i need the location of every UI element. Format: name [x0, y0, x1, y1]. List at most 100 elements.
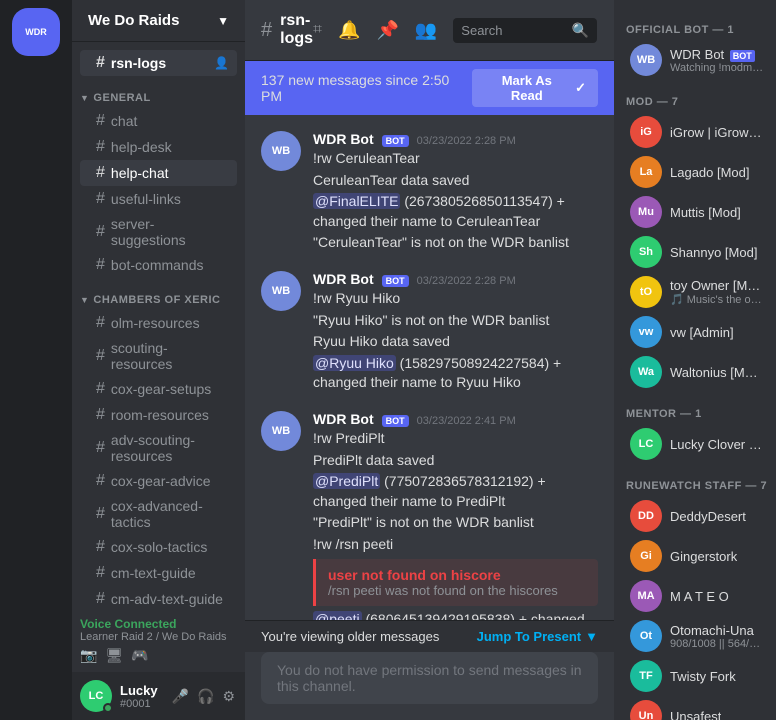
member-sidebar: OFFICIAL BOT — 1 WB WDR Bot BOT Watching…	[614, 0, 776, 720]
list-item[interactable]: WB WDR Bot BOT Watching !modmail for rep…	[618, 40, 772, 80]
hash-icon: #	[96, 223, 105, 241]
bot-badge: BOT	[382, 415, 409, 427]
sidebar-item-adv-scouting[interactable]: # adv-scouting-resources	[80, 428, 237, 468]
category-cox[interactable]: ▼ CHAMBERS OF XERIC	[72, 278, 245, 310]
bot-badge: BOT	[382, 135, 409, 147]
settings-button[interactable]: ⚙	[220, 686, 237, 707]
sidebar-item-help-chat[interactable]: # help-chat	[80, 160, 237, 186]
list-item[interactable]: Un Unsafest	[618, 696, 772, 720]
member-info: WDR Bot BOT Watching !modmail for repo	[670, 47, 764, 74]
sidebar-item-bot-commands[interactable]: # bot-commands	[80, 252, 237, 278]
message-group: WB WDR Bot BOT 03/23/2022 2:28 PM !rw Ry…	[261, 271, 598, 395]
mention[interactable]: @FinalELITE	[313, 193, 400, 209]
deafen-button[interactable]: 🎧	[195, 686, 216, 707]
message-content: WDR Bot BOT 03/23/2022 2:41 PM !rw Predi…	[313, 411, 598, 620]
list-item[interactable]: tO toy Owner [Mod] 🎵 Music's the odyssey	[618, 272, 772, 312]
category-general[interactable]: ▼ GENERAL	[72, 76, 245, 108]
search-box[interactable]: 🔍	[453, 18, 597, 43]
sidebar-item-chat[interactable]: # chat	[80, 108, 237, 134]
avatar: tO	[630, 276, 662, 308]
avatar[interactable]: WB	[261, 271, 301, 311]
mention[interactable]: @Ryuu Hiko	[313, 355, 396, 371]
channel-label: cox-advanced-tactics	[111, 498, 229, 530]
message-text: CeruleanTear data saved	[313, 171, 598, 191]
message-header: WDR Bot BOT 03/23/2022 2:41 PM	[313, 411, 598, 427]
list-item[interactable]: LC Lucky Clover [Mentor]	[618, 424, 772, 464]
older-messages-text: You're viewing older messages	[261, 629, 439, 644]
jump-to-present-button[interactable]: Jump To Present ▼	[477, 629, 598, 644]
member-status: 908/1008 || 564/600 || 41/	[670, 638, 764, 650]
channel-label: cox-gear-setups	[111, 381, 211, 397]
message-text: @FinalELITE (267380526850113547) + chang…	[313, 192, 598, 231]
channel-item-rsn-logs[interactable]: # rsn-logs 👤	[80, 50, 237, 76]
list-item[interactable]: iG iGrow | iGrow ii [Mod]	[618, 112, 772, 152]
message-text: !rw Ryuu Hiko	[313, 289, 598, 309]
list-item[interactable]: MA M A T E O	[618, 576, 772, 616]
sidebar-item-room-resources[interactable]: # room-resources	[80, 402, 237, 428]
avatar[interactable]: WB	[261, 131, 301, 171]
pin-icon[interactable]: 📌	[376, 20, 398, 41]
mute-button[interactable]: 🎤	[170, 686, 191, 707]
hash-icon: #	[96, 256, 105, 274]
members-icon[interactable]: 👥	[415, 20, 437, 41]
mention[interactable]: @PrediPlt	[313, 473, 380, 489]
member-status: Watching !modmail for repo	[670, 62, 764, 74]
sidebar-item-server-suggestions[interactable]: # server-suggestions	[80, 212, 237, 252]
sidebar-item-cm-text[interactable]: # cm-text-guide	[80, 560, 237, 586]
member-name: WDR Bot BOT	[670, 47, 764, 62]
member-name: DeddyDesert	[670, 509, 746, 524]
sidebar-item-help-desk[interactable]: # help-desk	[80, 134, 237, 160]
list-item[interactable]: Wa Waltonius [Mod/Ment]	[618, 352, 772, 392]
avatar: La	[630, 156, 662, 188]
channel-label: scouting-resources	[111, 340, 229, 372]
list-item[interactable]: Gi Gingerstork	[618, 536, 772, 576]
sidebar-item-cox-solo[interactable]: # cox-solo-tactics	[80, 534, 237, 560]
server-name: We Do Raids	[88, 12, 179, 29]
member-name: Shannyo [Mod]	[670, 245, 757, 260]
message-text: "CeruleanTear" is not on the WDR banlist	[313, 233, 598, 253]
avatar: Mu	[630, 196, 662, 228]
search-input[interactable]	[461, 23, 572, 38]
error-description: /rsn peeti was not found on the hiscores	[328, 583, 586, 598]
avatar[interactable]: WB	[261, 411, 301, 451]
member-info: Unsafest	[670, 709, 721, 720]
mention[interactable]: @peeti	[313, 611, 362, 621]
voice-camera-button[interactable]: 📷	[80, 647, 97, 664]
voice-leave-button[interactable]: 🎮	[131, 647, 148, 664]
chat-input-box: You do not have permission to send messa…	[261, 652, 598, 704]
member-category-mod: MOD — 7	[614, 88, 776, 112]
sidebar-item-olm-resources[interactable]: # olm-resources	[80, 310, 237, 336]
sidebar-item-cox-gear-setups[interactable]: # cox-gear-setups	[80, 376, 237, 402]
sidebar-item-useful-links[interactable]: # useful-links	[80, 186, 237, 212]
bell-icon[interactable]: 🔔	[338, 20, 360, 41]
list-item[interactable]: Sh Shannyo [Mod]	[618, 232, 772, 272]
sidebar-item-cox-gear-advice[interactable]: # cox-gear-advice	[80, 468, 237, 494]
channel-label: help-desk	[111, 139, 172, 155]
mark-as-read-button[interactable]: Mark As Read ✓	[472, 69, 598, 107]
sidebar-item-cm-adv-text[interactable]: # cm-adv-text-guide	[80, 586, 237, 609]
list-item[interactable]: Ot Otomachi-Una 908/1008 || 564/600 || 4…	[618, 616, 772, 656]
server-icon[interactable]: WDR	[12, 8, 60, 56]
hash-icon: #	[96, 472, 105, 490]
server-header[interactable]: We Do Raids ▼	[72, 0, 245, 42]
channel-label: bot-commands	[111, 257, 204, 273]
bot-badge: BOT	[382, 275, 409, 287]
list-item[interactable]: TF Twisty Fork	[618, 656, 772, 696]
list-item[interactable]: Mu Muttis [Mod]	[618, 192, 772, 232]
category-arrow: ▼	[80, 295, 89, 305]
messages-container[interactable]: WB WDR Bot BOT 03/23/2022 2:28 PM !rw Ce…	[245, 115, 614, 620]
list-item[interactable]: vw vw [Admin]	[618, 312, 772, 352]
voice-screen-button[interactable]: 🖥	[105, 647, 123, 664]
hashtag-icon[interactable]: ⌗	[313, 21, 322, 39]
member-name: Twisty Fork	[670, 669, 736, 684]
sidebar-item-cox-advanced[interactable]: # cox-advanced-tactics	[80, 494, 237, 534]
hash-icon: #	[96, 347, 105, 365]
avatar: WB	[630, 44, 662, 76]
new-messages-banner: 137 new messages since 2:50 PM Mark As R…	[245, 61, 614, 115]
list-item[interactable]: DD DeddyDesert	[618, 496, 772, 536]
checkmark-icon: ✓	[575, 80, 586, 96]
sidebar-item-scouting-resources[interactable]: # scouting-resources	[80, 336, 237, 376]
list-item[interactable]: La Lagado [Mod]	[618, 152, 772, 192]
chevron-down-icon: ▼	[585, 629, 598, 644]
member-info: Shannyo [Mod]	[670, 245, 757, 260]
